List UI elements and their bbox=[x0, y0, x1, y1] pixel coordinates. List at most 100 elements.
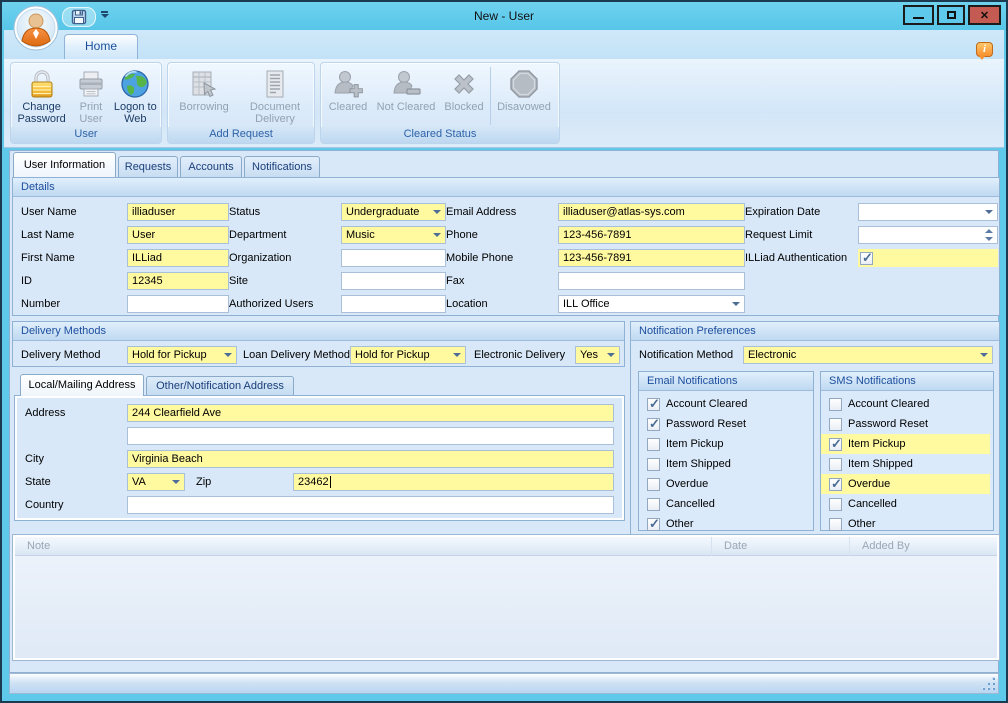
print-user-button[interactable]: Print User bbox=[70, 65, 111, 127]
organization-field[interactable] bbox=[341, 249, 446, 267]
item-pickup-checkbox[interactable] bbox=[647, 438, 660, 451]
last-name-field[interactable]: User bbox=[127, 226, 229, 244]
text-cursor bbox=[330, 476, 331, 488]
details-section: Details User Name illiaduser Status Unde… bbox=[12, 177, 1000, 316]
address-line2-field[interactable] bbox=[127, 427, 614, 445]
change-password-button[interactable]: Change Password bbox=[13, 65, 70, 127]
minimize-button[interactable] bbox=[903, 5, 934, 25]
blocked-button[interactable]: Blocked bbox=[439, 65, 489, 127]
titlebar[interactable]: New - User bbox=[2, 2, 1006, 30]
checkbox-row: Other bbox=[639, 514, 810, 534]
location-label: Location bbox=[446, 298, 558, 310]
tab-home[interactable]: Home bbox=[64, 34, 138, 59]
password-reset-checkbox[interactable] bbox=[647, 418, 660, 431]
tab-local-mailing-address[interactable]: Local/Mailing Address bbox=[20, 374, 144, 396]
tab-requests[interactable]: Requests bbox=[118, 156, 178, 177]
address-field[interactable]: 244 Clearfield Ave bbox=[127, 404, 614, 422]
site-field[interactable] bbox=[341, 272, 446, 290]
expiration-date-label: Expiration Date bbox=[745, 206, 858, 218]
address-box: Address 244 Clearfield Ave City Virginia… bbox=[14, 395, 625, 521]
country-label: Country bbox=[25, 499, 127, 511]
user-avatar-icon bbox=[13, 5, 59, 51]
padlock-icon bbox=[28, 67, 56, 101]
chevron-down-icon bbox=[980, 353, 988, 357]
tab-notifications[interactable]: Notifications bbox=[244, 156, 320, 177]
help-icon[interactable]: i bbox=[976, 42, 993, 57]
electronic-delivery-dropdown[interactable]: Yes bbox=[575, 346, 620, 364]
id-field[interactable]: 12345 bbox=[127, 272, 229, 290]
first-name-field[interactable]: ILLiad bbox=[127, 249, 229, 267]
expiration-date-dropdown[interactable] bbox=[858, 203, 998, 221]
notification-method-dropdown[interactable]: Electronic bbox=[743, 346, 993, 364]
department-label: Department bbox=[229, 229, 341, 241]
button-label: Disavowed bbox=[497, 101, 551, 113]
mobile-phone-field[interactable]: 123-456-7891 bbox=[558, 249, 745, 267]
location-dropdown[interactable]: ILL Office bbox=[558, 295, 745, 313]
document-delivery-button[interactable]: Document Delivery bbox=[238, 65, 312, 127]
logon-to-web-button[interactable]: Logon to Web bbox=[112, 65, 159, 127]
borrowing-button[interactable]: Borrowing bbox=[170, 65, 238, 127]
user-minus-icon bbox=[390, 67, 422, 101]
email-address-field[interactable]: illiaduser@atlas-sys.com bbox=[558, 203, 745, 221]
column-header-note[interactable]: Note bbox=[15, 537, 711, 556]
disavowed-button[interactable]: Disavowed bbox=[492, 65, 556, 127]
delivery-method-dropdown[interactable]: Hold for Pickup bbox=[127, 346, 237, 364]
window-controls: ✕ bbox=[903, 5, 1001, 25]
email-notifications-box: Email Notifications Account Cleared Pass… bbox=[638, 371, 814, 531]
phone-field[interactable]: 123-456-7891 bbox=[558, 226, 745, 244]
maximize-button[interactable] bbox=[937, 5, 965, 25]
overdue-checkbox[interactable] bbox=[829, 478, 842, 491]
save-icon[interactable] bbox=[71, 9, 87, 25]
email-address-label: Email Address bbox=[446, 206, 558, 218]
cleared-button[interactable]: Cleared bbox=[323, 65, 373, 127]
other-checkbox[interactable] bbox=[829, 518, 842, 531]
department-dropdown[interactable]: Music bbox=[341, 226, 446, 244]
zip-field[interactable]: 23462 bbox=[293, 473, 614, 491]
fax-field[interactable] bbox=[558, 272, 745, 290]
column-header-added-by[interactable]: Added By bbox=[849, 537, 997, 556]
status-dropdown[interactable]: Undergraduate bbox=[341, 203, 446, 221]
request-limit-spinner[interactable] bbox=[858, 226, 998, 244]
status-bar bbox=[9, 673, 999, 694]
number-field[interactable] bbox=[127, 295, 229, 313]
chevron-down-icon bbox=[607, 353, 615, 357]
loan-delivery-method-dropdown[interactable]: Hold for Pickup bbox=[350, 346, 466, 364]
user-name-field[interactable]: illiaduser bbox=[127, 203, 229, 221]
state-dropdown[interactable]: VA bbox=[127, 473, 185, 491]
checkbox-row: Item Shipped bbox=[821, 454, 990, 474]
document-icon bbox=[261, 67, 289, 101]
checkbox-row: Overdue bbox=[639, 474, 810, 494]
authorized-users-field[interactable] bbox=[341, 295, 446, 313]
column-header-date[interactable]: Date bbox=[711, 537, 849, 556]
id-label: ID bbox=[21, 275, 127, 287]
close-button[interactable]: ✕ bbox=[968, 5, 1001, 25]
account-cleared-checkbox[interactable] bbox=[829, 398, 842, 411]
password-reset-checkbox[interactable] bbox=[829, 418, 842, 431]
ribbon-group-label-cleared-status: Cleared Status bbox=[321, 127, 559, 143]
tab-accounts[interactable]: Accounts bbox=[180, 156, 242, 177]
city-label: City bbox=[25, 453, 127, 465]
item-pickup-checkbox[interactable] bbox=[829, 438, 842, 451]
application-menu-button[interactable] bbox=[13, 5, 59, 51]
tab-other-notification-address[interactable]: Other/Notification Address bbox=[146, 376, 294, 396]
account-cleared-checkbox[interactable] bbox=[647, 398, 660, 411]
illiad-authentication-label: ILLiad Authentication bbox=[745, 252, 858, 264]
illiad-authentication-checkbox[interactable] bbox=[860, 252, 873, 265]
button-label: Change Password bbox=[13, 101, 70, 125]
item-shipped-checkbox[interactable] bbox=[647, 458, 660, 471]
country-field[interactable] bbox=[127, 496, 614, 514]
checkbox-row: Account Cleared bbox=[639, 394, 810, 414]
checkbox-row: Cancelled bbox=[639, 494, 810, 514]
overdue-checkbox[interactable] bbox=[647, 478, 660, 491]
cancelled-checkbox[interactable] bbox=[647, 498, 660, 511]
customize-quick-access-icon[interactable] bbox=[100, 11, 109, 18]
cancelled-checkbox[interactable] bbox=[829, 498, 842, 511]
not-cleared-button[interactable]: Not Cleared bbox=[373, 65, 439, 127]
item-shipped-checkbox[interactable] bbox=[829, 458, 842, 471]
tab-user-information[interactable]: User Information bbox=[13, 152, 116, 177]
checkbox-row: Other bbox=[821, 514, 990, 534]
city-field[interactable]: Virginia Beach bbox=[127, 450, 614, 468]
quick-access-toolbar bbox=[62, 7, 96, 27]
other-checkbox[interactable] bbox=[647, 518, 660, 531]
resize-grip[interactable] bbox=[982, 677, 995, 690]
